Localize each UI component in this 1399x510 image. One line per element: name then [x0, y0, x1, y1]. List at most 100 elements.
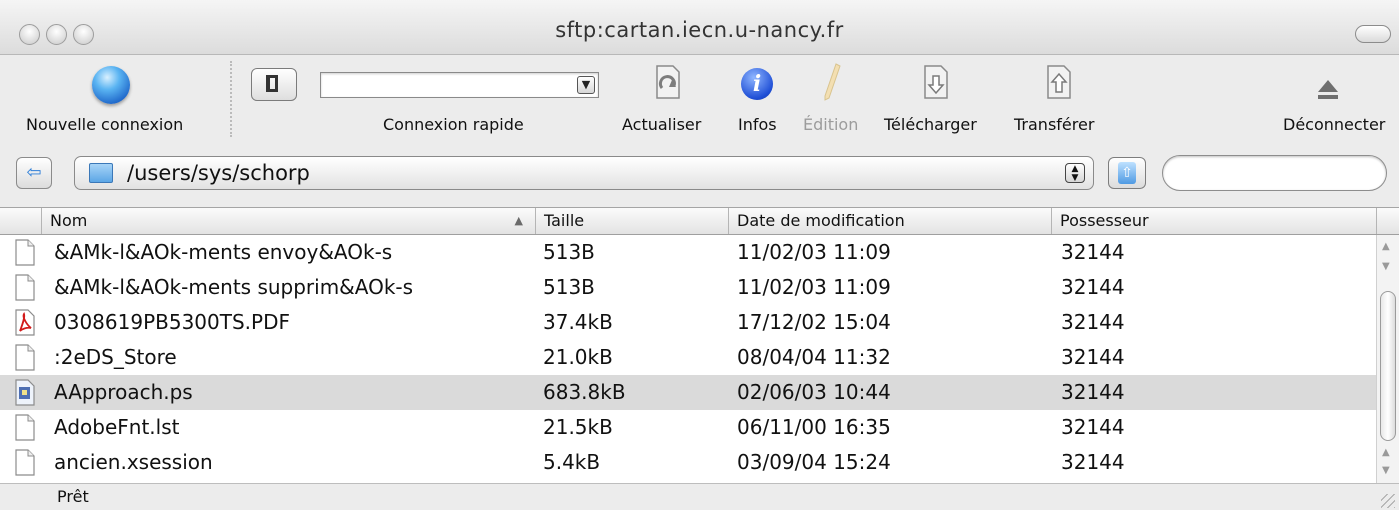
- new-connection-button[interactable]: Nouvelle connexion: [14, 55, 214, 141]
- scroll-up-icon[interactable]: ▲: [1382, 447, 1390, 458]
- file-size: 513B: [543, 275, 595, 299]
- scroll-up-icon[interactable]: ▲: [1382, 241, 1390, 252]
- table-row[interactable]: :2eDS_Store 21.0kB 08/04/04 11:32 32144: [0, 340, 1377, 375]
- app-window: sftp:cartan.iecn.u-nancy.fr Nouvelle con…: [0, 0, 1399, 510]
- disconnect-label: Déconnecter: [1283, 115, 1386, 134]
- file-name: 0308619PB5300TS.PDF: [54, 310, 290, 334]
- eject-icon: [1318, 80, 1338, 99]
- popup-arrows-icon: ▲ ▼: [1065, 163, 1085, 183]
- generic-file-icon: [15, 344, 35, 371]
- file-browser-table: Nom ▲ Taille Date de modification Posses…: [0, 207, 1399, 484]
- file-owner: 32144: [1061, 310, 1125, 334]
- scroll-down-icon[interactable]: ▼: [1382, 465, 1390, 476]
- column-header-size-label: Taille: [544, 211, 585, 230]
- upload-icon: [1047, 65, 1071, 99]
- back-button[interactable]: ⇦: [16, 157, 52, 189]
- toolbar-toggle-button[interactable]: [1355, 25, 1391, 43]
- disconnect-button[interactable]: Déconnecter: [1275, 55, 1395, 141]
- generic-file-icon: [15, 414, 35, 441]
- info-label: Infos: [738, 115, 777, 134]
- table-header: Nom ▲ Taille Date de modification Posses…: [0, 208, 1399, 235]
- column-header-name[interactable]: Nom ▲: [42, 208, 536, 234]
- file-date: 06/11/00 16:35: [737, 415, 891, 439]
- table-row[interactable]: 0308619PB5300TS.PDF 37.4kB 17/12/02 15:0…: [0, 305, 1377, 340]
- quick-connect-bookmark-button[interactable]: [251, 68, 297, 101]
- sort-ascending-icon: ▲: [514, 214, 523, 227]
- table-row[interactable]: &AMk-l&AOk-ments envoy&AOk-s 513B 11/02/…: [0, 235, 1377, 270]
- title-bar[interactable]: sftp:cartan.iecn.u-nancy.fr: [0, 0, 1399, 55]
- download-button[interactable]: Télécharger: [882, 55, 1000, 141]
- parent-directory-button[interactable]: ⇧: [1108, 157, 1146, 189]
- file-name: AdobeFnt.lst: [54, 415, 180, 439]
- file-owner: 32144: [1061, 240, 1125, 264]
- postscript-file-icon: [15, 379, 35, 406]
- table-row[interactable]: AdobeFnt.lst 21.5kB 06/11/00 16:35 32144: [0, 410, 1377, 445]
- file-size: 5.4kB: [543, 450, 601, 474]
- resize-grip-icon[interactable]: [1381, 494, 1395, 508]
- column-header-name-label: Nom: [50, 211, 88, 230]
- folder-icon: [89, 163, 113, 183]
- scroll-thumb[interactable]: [1380, 291, 1396, 441]
- up-arrow-icon: ⇧: [1118, 162, 1136, 184]
- file-date: 02/06/03 10:44: [737, 380, 891, 404]
- file-date: 17/12/02 15:04: [737, 310, 891, 334]
- scroll-down-icon[interactable]: ▼: [1382, 261, 1390, 272]
- table-row-selected[interactable]: AApproach.ps 683.8kB 02/06/03 10:44 3214…: [0, 375, 1377, 410]
- upload-button[interactable]: Transférer: [1010, 55, 1110, 141]
- path-popup[interactable]: /users/sys/schorp ▲ ▼: [74, 156, 1094, 190]
- toolbar: Nouvelle connexion ▼ Connexion rapide Ac…: [0, 55, 1399, 141]
- file-owner: 32144: [1061, 275, 1125, 299]
- dropdown-arrow-icon[interactable]: ▼: [577, 76, 595, 94]
- file-name: ancien.xsession: [54, 450, 213, 474]
- pencil-icon: [824, 63, 841, 101]
- file-name: AApproach.ps: [54, 380, 193, 404]
- new-connection-label: Nouvelle connexion: [26, 115, 184, 134]
- info-button[interactable]: i Infos: [734, 55, 784, 141]
- generic-file-icon: [15, 239, 35, 266]
- file-owner: 32144: [1061, 345, 1125, 369]
- table-rows: &AMk-l&AOk-ments envoy&AOk-s 513B 11/02/…: [0, 235, 1377, 480]
- download-label: Télécharger: [884, 115, 977, 134]
- refresh-button[interactable]: Actualiser: [622, 55, 716, 141]
- file-size: 683.8kB: [543, 380, 626, 404]
- search-input[interactable]: [1162, 155, 1387, 191]
- column-header-owner[interactable]: Possesseur: [1052, 208, 1377, 234]
- status-bar: Prêt: [0, 483, 1399, 510]
- icon-column-header: [0, 208, 42, 234]
- file-date: 11/02/03 11:09: [737, 240, 891, 264]
- refresh-label: Actualiser: [622, 115, 702, 134]
- table-row[interactable]: &AMk-l&AOk-ments supprim&AOk-s 513B 11/0…: [0, 270, 1377, 305]
- refresh-icon: [656, 65, 680, 99]
- toolbar-separator: [230, 61, 232, 137]
- column-header-date[interactable]: Date de modification: [729, 208, 1052, 234]
- column-header-owner-label: Possesseur: [1060, 211, 1149, 230]
- pdf-file-icon: [15, 309, 35, 336]
- file-size: 21.5kB: [543, 415, 613, 439]
- file-name: :2eDS_Store: [54, 345, 177, 369]
- path-bar: ⇦ /users/sys/schorp ▲ ▼ ⇧: [0, 141, 1399, 207]
- table-row[interactable]: ancien.xsession 5.4kB 03/09/04 15:24 321…: [0, 445, 1377, 480]
- file-date: 11/02/03 11:09: [737, 275, 891, 299]
- info-icon: i: [741, 68, 773, 100]
- generic-file-icon: [15, 449, 35, 476]
- quick-connect-label: Connexion rapide: [383, 115, 524, 134]
- window-title: sftp:cartan.iecn.u-nancy.fr: [555, 18, 844, 42]
- bookmark-icon: [266, 75, 278, 92]
- current-path: /users/sys/schorp: [127, 161, 310, 185]
- edit-label: Édition: [803, 115, 859, 134]
- quick-connect-combo[interactable]: ▼: [320, 72, 599, 98]
- file-name: &AMk-l&AOk-ments envoy&AOk-s: [54, 240, 393, 264]
- file-date: 03/09/04 15:24: [737, 450, 891, 474]
- back-arrow-icon: ⇦: [26, 162, 42, 183]
- edit-button[interactable]: Édition: [800, 55, 870, 141]
- vertical-scrollbar[interactable]: ▲ ▼ ▲ ▼: [1376, 235, 1399, 484]
- file-name: &AMk-l&AOk-ments supprim&AOk-s: [54, 275, 414, 299]
- generic-file-icon: [15, 274, 35, 301]
- status-text: Prêt: [57, 487, 89, 506]
- file-size: 513B: [543, 240, 595, 264]
- file-owner: 32144: [1061, 415, 1125, 439]
- upload-label: Transférer: [1014, 115, 1095, 134]
- file-date: 08/04/04 11:32: [737, 345, 891, 369]
- column-header-size[interactable]: Taille: [536, 208, 729, 234]
- file-owner: 32144: [1061, 380, 1125, 404]
